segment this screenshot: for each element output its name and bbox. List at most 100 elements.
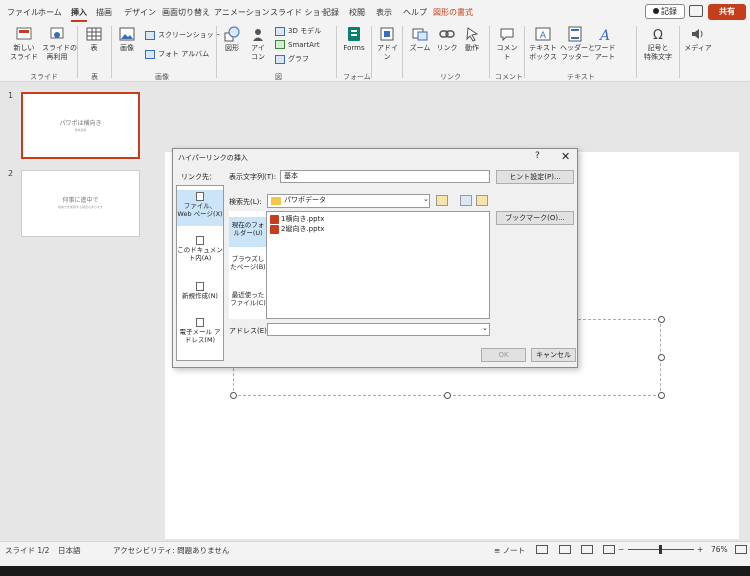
link-type-file-web[interactable]: ファイル、Web ページ(X) <box>177 190 223 226</box>
chevron-down-icon[interactable]: ⌄ <box>423 195 429 203</box>
link-button[interactable]: リンク <box>436 26 458 53</box>
symbol-button[interactable]: Ω 記号と 特殊文字 <box>641 26 675 62</box>
resize-handle[interactable] <box>230 392 237 399</box>
image-label: 画像 <box>120 44 134 52</box>
record-button[interactable]: 記録 <box>645 4 685 19</box>
vertical-scrollbar[interactable] <box>740 83 750 541</box>
tab-slideshow[interactable]: スライド ショー <box>270 7 329 18</box>
ribbon-separator <box>524 26 525 78</box>
ribbon-separator <box>679 26 680 78</box>
link-type-label: ファイル、Web ページ(X) <box>177 202 223 218</box>
tab-shape-format[interactable]: 図形の書式 <box>433 7 473 18</box>
table-button[interactable]: 表 <box>84 26 104 53</box>
photo-album-button[interactable]: フォト アルバム <box>145 49 209 59</box>
fit-to-window-icon[interactable] <box>735 545 747 554</box>
ribbon-separator <box>336 26 337 78</box>
location-browsed-pages[interactable]: ブラウズしたページ(B) <box>229 255 267 281</box>
media-button[interactable]: メディア <box>684 26 712 53</box>
accessibility-status[interactable]: アクセシビリティ: 問題ありません <box>113 545 229 556</box>
tab-home[interactable]: ホーム <box>38 7 62 18</box>
zoom-in-icon[interactable]: + <box>697 545 703 554</box>
omega-icon: Ω <box>653 28 663 42</box>
addin-button[interactable]: アドイ ン <box>377 26 398 62</box>
address-input[interactable] <box>267 323 490 336</box>
shapes-button[interactable]: 図形 <box>222 26 242 53</box>
tab-help[interactable]: ヘルプ <box>403 7 427 18</box>
reading-view-icon[interactable] <box>581 545 593 554</box>
close-icon[interactable]: ✕ <box>561 150 570 163</box>
file-item[interactable]: 2縦向き.pptx <box>270 224 324 234</box>
forms-button[interactable]: Forms <box>341 26 367 53</box>
zoom-slider-thumb[interactable] <box>659 545 662 554</box>
3d-model-button[interactable]: 3D モデル <box>275 26 321 36</box>
normal-view-icon[interactable] <box>536 545 548 554</box>
link-type-this-document[interactable]: このドキュメント内(A) <box>177 236 223 268</box>
zoom-out-icon[interactable]: − <box>618 545 624 554</box>
textbox-button[interactable]: A テキスト ボックス <box>529 26 557 62</box>
slide-thumbnail-2[interactable]: 何事に進中で 縦向きを使用する場合もあります <box>21 170 140 237</box>
header-footer-button[interactable]: ヘッダーと フッター <box>560 26 595 62</box>
browse-file-icon[interactable] <box>476 195 488 206</box>
display-text-input[interactable]: 基本 <box>280 170 490 183</box>
chart-button[interactable]: グラフ <box>275 54 309 64</box>
zoom-button[interactable]: ズーム <box>408 26 432 53</box>
textbox-label: テキスト ボックス <box>529 44 557 61</box>
reuse-slide-button[interactable]: スライドの 再利用 <box>42 26 77 62</box>
wordart-button[interactable]: A ワード アート <box>593 26 617 62</box>
location-current-folder[interactable]: 現在のフォルダー(U) <box>229 217 267 247</box>
ribbon-separator <box>636 26 637 78</box>
ribbon-separator <box>216 26 217 78</box>
ok-button[interactable]: OK <box>481 348 526 362</box>
slideshow-icon[interactable] <box>603 545 615 554</box>
link-type-label: このドキュメント内(A) <box>177 246 223 262</box>
screenshot-button[interactable]: スクリーンショット <box>145 30 221 40</box>
browse-web-icon[interactable] <box>460 195 472 206</box>
bookmark-button[interactable]: ブックマーク(O)... <box>496 211 574 225</box>
tab-insert[interactable]: 挿入 <box>71 7 87 22</box>
tab-transitions[interactable]: 画面切り替え <box>162 7 210 18</box>
notes-button[interactable]: ≡ ノート <box>494 545 525 556</box>
link-to-label: リンク先： <box>181 173 216 181</box>
resize-handle[interactable] <box>658 354 665 361</box>
smartart-button[interactable]: SmartArt <box>275 40 320 49</box>
resize-handle[interactable] <box>444 392 451 399</box>
file-name: 2縦向き.pptx <box>281 225 325 233</box>
ribbon: 新しい スライド スライドの 再利用 スライド 表 表 画像 スクリーンショット… <box>0 22 750 82</box>
language-indicator[interactable]: 日本語 <box>58 545 81 556</box>
tab-draw[interactable]: 描画 <box>96 7 112 18</box>
help-button[interactable]: ? <box>535 151 540 161</box>
comment-button[interactable]: コメント <box>494 26 520 62</box>
location-recent-files[interactable]: 最近使ったファイル(C) <box>229 291 267 317</box>
link-type-new-document[interactable]: 新規作成(N) <box>177 282 223 306</box>
link-type-list: ファイル、Web ページ(X) このドキュメント内(A) 新規作成(N) 電子メ… <box>176 185 224 361</box>
slide-sorter-icon[interactable] <box>559 545 571 554</box>
icons-button[interactable]: アイ コン <box>248 26 268 62</box>
up-folder-icon[interactable] <box>436 195 448 206</box>
new-slide-button[interactable]: 新しい スライド <box>10 26 38 62</box>
zoom-level[interactable]: 76% <box>711 545 728 554</box>
comments-icon[interactable] <box>689 5 703 17</box>
slide-number: 1 <box>8 91 14 100</box>
action-button[interactable]: 動作 <box>462 26 482 53</box>
image-button[interactable]: 画像 <box>117 26 137 53</box>
link-type-email[interactable]: 電子メール アドレス(M) <box>177 318 223 350</box>
resize-handle[interactable] <box>658 392 665 399</box>
pptx-file-icon <box>270 214 279 224</box>
tab-review[interactable]: 校閲 <box>349 7 365 18</box>
tab-view[interactable]: 表示 <box>376 7 392 18</box>
resize-handle[interactable] <box>658 316 665 323</box>
tab-animations[interactable]: アニメーション <box>214 7 270 18</box>
chevron-down-icon[interactable]: ⌄ <box>482 324 488 332</box>
cancel-button[interactable]: キャンセル <box>531 348 576 362</box>
reuse-slide-label: スライドの 再利用 <box>42 44 77 61</box>
file-item[interactable]: 1横向き.pptx <box>270 214 324 224</box>
search-in-select[interactable]: パワポデータ <box>267 194 430 208</box>
slide-thumbnail-1[interactable]: パワポは横向き 基本資料 <box>21 92 140 159</box>
screen-tip-button[interactable]: ヒント設定(P)... <box>496 170 574 184</box>
link-label: リンク <box>436 44 458 52</box>
table-label: 表 <box>90 44 98 52</box>
share-button[interactable]: 共有 <box>708 4 746 20</box>
tab-design[interactable]: デザイン <box>124 7 156 18</box>
tab-record[interactable]: 記録 <box>323 7 339 18</box>
tab-file[interactable]: ファイル <box>7 7 39 18</box>
